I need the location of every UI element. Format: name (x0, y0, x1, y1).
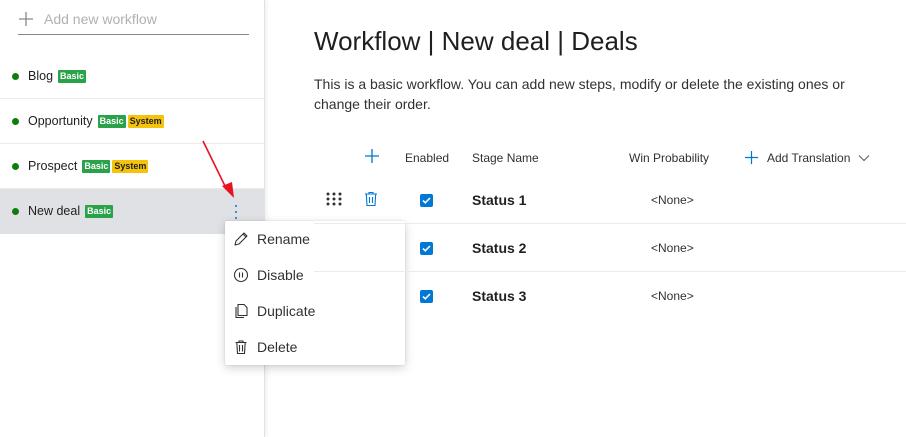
workflow-name: New deal (28, 204, 81, 218)
add-translation-button[interactable]: Add Translation (744, 150, 870, 165)
workflow-name: Opportunity (28, 114, 93, 128)
enabled-checkbox[interactable] (420, 242, 433, 255)
badge-basic: Basic (58, 69, 87, 83)
menu-item-label: Rename (257, 231, 310, 247)
status-dot (12, 207, 19, 215)
enabled-checkbox[interactable] (420, 194, 433, 207)
checkmark-icon (422, 197, 431, 204)
badge-basic: Basic (97, 114, 126, 128)
table-row: Status 3 <None> (314, 272, 906, 320)
status-dot (12, 72, 19, 80)
add-stage-plus-icon[interactable] (364, 148, 380, 164)
page-title: Workflow | New deal | Deals (314, 26, 638, 56)
plus-icon (744, 150, 759, 165)
pencil-icon (234, 232, 248, 246)
badge-basic: Basic (82, 159, 111, 173)
win-probability[interactable]: <None> (651, 289, 694, 303)
stage-name: Status 2 (472, 240, 527, 256)
menu-item-label: Disable (257, 267, 304, 283)
badge-system: System (127, 114, 164, 128)
table-row: Status 2 <None> (314, 224, 906, 272)
header-enabled: Enabled (405, 151, 450, 165)
copy-icon (235, 303, 248, 319)
more-options-icon[interactable] (231, 202, 241, 222)
status-dot (12, 162, 19, 170)
stages-table: Enabled Stage Name Win Probability Add T… (314, 140, 906, 320)
add-workflow-placeholder: Add new workflow (44, 11, 157, 27)
workflow-sidebar: Add new workflow Blog Basic Opportunity … (0, 0, 265, 437)
table-header: Enabled Stage Name Win Probability Add T… (314, 140, 906, 176)
add-workflow-input[interactable]: Add new workflow (18, 4, 249, 35)
enabled-checkbox[interactable] (420, 290, 433, 303)
menu-item-delete[interactable]: Delete (225, 329, 405, 365)
chevron-down-icon (859, 154, 870, 161)
menu-item-label: Delete (257, 339, 298, 355)
trash-icon (235, 340, 247, 355)
workflow-item-blog[interactable]: Blog Basic (0, 54, 265, 99)
menu-item-label: Duplicate (257, 303, 316, 319)
annotation-arrow-icon (202, 140, 234, 198)
checkmark-icon (422, 293, 431, 300)
status-dot (12, 117, 19, 125)
pause-circle-icon (233, 267, 249, 283)
drag-handle-icon[interactable] (326, 192, 342, 206)
badge-basic: Basic (85, 204, 114, 218)
add-translation-label: Add Translation (767, 150, 851, 165)
header-win-probability: Win Probability (629, 151, 710, 165)
win-probability[interactable]: <None> (651, 241, 694, 255)
checkmark-icon (422, 245, 431, 252)
workflow-name: Prospect (28, 159, 78, 173)
stage-name: Status 1 (472, 192, 527, 208)
header-stage-name: Stage Name (472, 151, 539, 165)
plus-icon (19, 12, 33, 26)
stage-name: Status 3 (472, 288, 527, 304)
workflow-name: Blog (28, 69, 54, 83)
page-description: This is a basic workflow. You can add ne… (314, 76, 845, 112)
badge-system: System (112, 159, 149, 173)
win-probability[interactable]: <None> (651, 193, 694, 207)
table-row: Status 1 <None> (314, 176, 906, 224)
trash-icon[interactable] (364, 191, 378, 207)
